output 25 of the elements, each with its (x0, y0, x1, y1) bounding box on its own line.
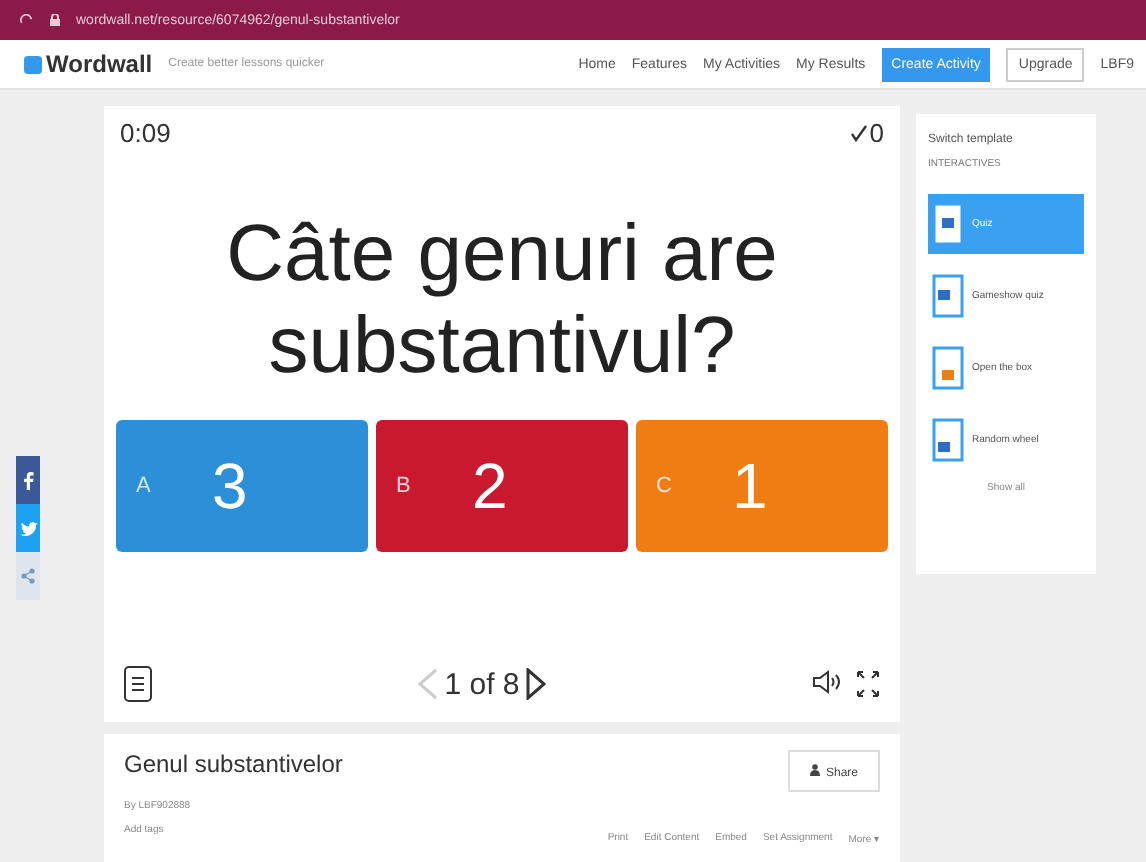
question-text: Câte genuri are substantivul? (224, 208, 780, 392)
template-thumbnail-icon (932, 274, 964, 318)
activity-title: Genul substantivelor (124, 750, 345, 782)
facebook-icon (23, 471, 33, 489)
twitter-share-button[interactable] (16, 504, 40, 552)
share-icon (20, 568, 36, 584)
next-icon[interactable] (525, 668, 546, 700)
reload-icon[interactable] (20, 13, 34, 27)
template-thumbnail-icon (932, 346, 964, 390)
lock-icon (50, 14, 60, 26)
menu-icon[interactable] (124, 666, 152, 702)
score: 0 (869, 118, 884, 148)
answer-button[interactable]: A 3 (116, 420, 368, 552)
template-thumbnail-icon (932, 202, 964, 246)
bird-icon (19, 521, 37, 535)
template-thumbnail-icon (932, 418, 964, 462)
wordwall-logo[interactable]: Wordwall (24, 50, 153, 78)
person-icon (809, 763, 820, 775)
fullscreen-icon[interactable] (856, 670, 880, 698)
timer: 0:09 (120, 118, 171, 148)
page-counter: 1 of 8 (444, 667, 520, 701)
answer-button[interactable]: B 2 (376, 420, 628, 552)
speaker-icon[interactable] (812, 670, 840, 694)
facebook-share-button[interactable] (16, 456, 40, 504)
checkmark-icon (849, 124, 868, 142)
